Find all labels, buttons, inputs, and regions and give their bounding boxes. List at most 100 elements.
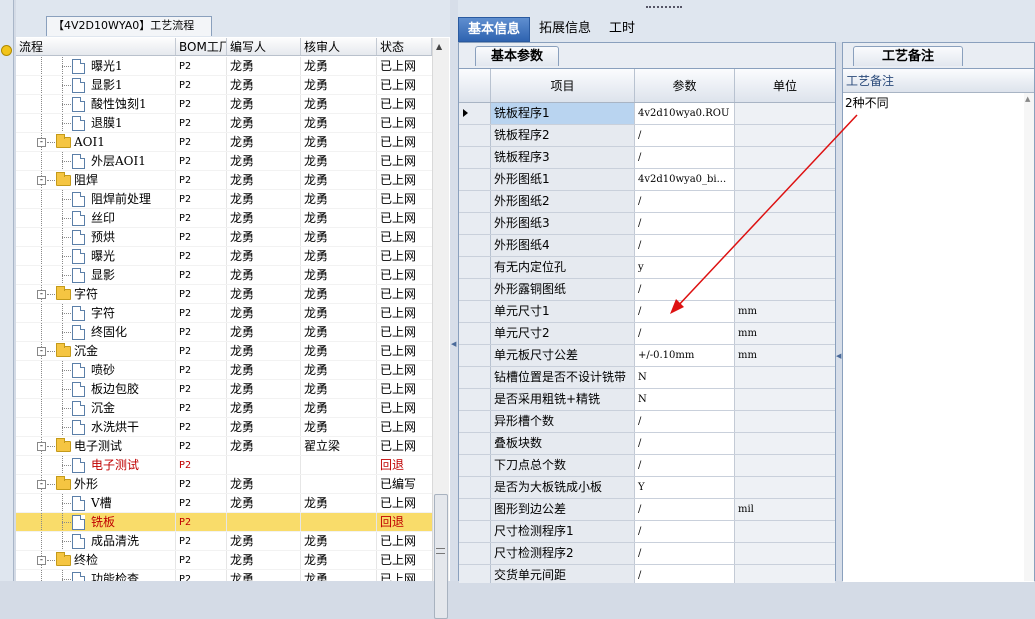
param-row[interactable]: 图形到边公差 / mil bbox=[459, 499, 835, 521]
param-row[interactable]: 单元尺寸1/mm bbox=[459, 301, 835, 323]
tab-work-hours[interactable]: 工时 bbox=[600, 17, 644, 42]
cell-param[interactable]: 4v2d10wya0.ROU bbox=[635, 103, 735, 124]
tree-panel-title-tab[interactable]: 【4V2D10WYA0】工艺流程 bbox=[46, 16, 212, 36]
cell-unit[interactable] bbox=[735, 367, 835, 388]
param-row[interactable]: 叠板块数 / bbox=[459, 433, 835, 455]
param-row[interactable]: 单元尺寸2/mm bbox=[459, 323, 835, 345]
row-indicator[interactable] bbox=[459, 103, 491, 124]
row-indicator[interactable] bbox=[459, 543, 491, 564]
cell-item[interactable]: 叠板块数 bbox=[491, 433, 635, 454]
cell-item[interactable]: 尺寸检测程序1 bbox=[491, 521, 635, 542]
tree-node[interactable]: 退膜1 bbox=[16, 114, 176, 132]
tree-node[interactable]: - 电子测试 bbox=[16, 437, 176, 455]
scroll-up-arrow-icon[interactable]: ▲ bbox=[436, 42, 442, 51]
cell-param[interactable]: / bbox=[635, 323, 735, 344]
cell-param[interactable]: / bbox=[635, 433, 735, 454]
cell-param[interactable]: N bbox=[635, 367, 735, 388]
param-row[interactable]: 外形图纸4/ bbox=[459, 235, 835, 257]
param-row[interactable]: 钻槽位置是否不设计铣带 N bbox=[459, 367, 835, 389]
cell-item[interactable]: 外形图纸3 bbox=[491, 213, 635, 234]
row-indicator[interactable] bbox=[459, 125, 491, 146]
vertical-splitter[interactable]: ◀ bbox=[450, 0, 458, 581]
tree-node[interactable]: - 沉金 bbox=[16, 342, 176, 360]
param-row[interactable]: 单元板尺寸公差 +/-0.10mm mm bbox=[459, 345, 835, 367]
row-indicator[interactable] bbox=[459, 345, 491, 366]
cell-param[interactable]: / bbox=[635, 301, 735, 322]
row-indicator[interactable] bbox=[459, 323, 491, 344]
tree-node[interactable]: 铣板 bbox=[16, 513, 176, 531]
cell-unit[interactable]: mm bbox=[735, 301, 835, 322]
param-row[interactable]: 外形图纸2/ bbox=[459, 191, 835, 213]
cell-unit[interactable] bbox=[735, 455, 835, 476]
collapse-minus-icon[interactable]: - bbox=[37, 290, 46, 299]
tree-node[interactable]: V槽 bbox=[16, 494, 176, 512]
tab-extended-info[interactable]: 拓展信息 bbox=[530, 17, 600, 42]
collapse-minus-icon[interactable]: - bbox=[37, 442, 46, 451]
tree-scrollbar[interactable]: ▲ bbox=[432, 38, 449, 619]
tree-node[interactable]: 水洗烘干 bbox=[16, 418, 176, 436]
tree-row[interactable]: 显影1 P2 龙勇 龙勇 已上网 bbox=[16, 76, 432, 95]
tree-node[interactable]: 预烘 bbox=[16, 228, 176, 246]
cell-unit[interactable] bbox=[735, 257, 835, 278]
param-row[interactable]: 外形露铜图纸 / bbox=[459, 279, 835, 301]
cell-unit[interactable] bbox=[735, 521, 835, 542]
cell-unit[interactable] bbox=[735, 279, 835, 300]
tree-node[interactable]: 显影1 bbox=[16, 76, 176, 94]
cell-param[interactable]: / bbox=[635, 213, 735, 234]
tab-basic-params[interactable]: 基本参数 bbox=[475, 46, 559, 66]
param-row[interactable]: 外形图纸1 4v2d10wya0_bi... bbox=[459, 169, 835, 191]
cell-item[interactable]: 外形图纸4 bbox=[491, 235, 635, 256]
column-header-status[interactable]: 状态 bbox=[377, 38, 432, 55]
tree-row[interactable]: - 电子测试 P2 龙勇 翟立梁 已上网 bbox=[16, 437, 432, 456]
cell-param[interactable]: y bbox=[635, 257, 735, 278]
cell-item[interactable]: 交货单元间距 bbox=[491, 565, 635, 583]
cell-item[interactable]: 下刀点总个数 bbox=[491, 455, 635, 476]
cell-unit[interactable] bbox=[735, 147, 835, 168]
row-indicator[interactable] bbox=[459, 367, 491, 388]
scrollbar-thumb[interactable] bbox=[434, 494, 448, 619]
cell-param[interactable]: Y bbox=[635, 477, 735, 498]
row-indicator[interactable] bbox=[459, 389, 491, 410]
cell-unit[interactable] bbox=[735, 125, 835, 146]
tree-node[interactable]: 电子测试 bbox=[16, 456, 176, 474]
cell-item[interactable]: 是否为大板铣成小板 bbox=[491, 477, 635, 498]
tree-node[interactable]: 外层AOI1 bbox=[16, 152, 176, 170]
tree-row[interactable]: 板边包胶 P2 龙勇 龙勇 已上网 bbox=[16, 380, 432, 399]
collapse-minus-icon[interactable]: - bbox=[37, 138, 46, 147]
cell-item[interactable]: 有无内定位孔 bbox=[491, 257, 635, 278]
row-indicator[interactable] bbox=[459, 565, 491, 583]
cell-item[interactable]: 外形露铜图纸 bbox=[491, 279, 635, 300]
tree-row[interactable]: V槽 P2 龙勇 龙勇 已上网 bbox=[16, 494, 432, 513]
notes-scrollbar[interactable]: ▲ bbox=[1024, 93, 1034, 581]
tree-node[interactable]: - 外形 bbox=[16, 475, 176, 493]
collapse-minus-icon[interactable]: - bbox=[37, 480, 46, 489]
row-indicator[interactable] bbox=[459, 455, 491, 476]
splitter-right-arrow-icon[interactable]: ◀ bbox=[836, 352, 841, 360]
collapse-minus-icon[interactable]: - bbox=[37, 176, 46, 185]
param-row[interactable]: 铣板程序2/ bbox=[459, 125, 835, 147]
cell-item[interactable]: 尺寸检测程序2 bbox=[491, 543, 635, 564]
tree-node[interactable]: 丝印 bbox=[16, 209, 176, 227]
cell-param[interactable]: / bbox=[635, 565, 735, 583]
column-header-unit[interactable]: 单位 bbox=[735, 69, 835, 102]
param-row[interactable]: 铣板程序3/ bbox=[459, 147, 835, 169]
notes-scroll-up-icon[interactable]: ▲ bbox=[1025, 95, 1030, 103]
cell-param[interactable]: / bbox=[635, 521, 735, 542]
tree-node[interactable]: 曝光1 bbox=[16, 57, 176, 75]
row-indicator[interactable] bbox=[459, 213, 491, 234]
cell-unit[interactable] bbox=[735, 477, 835, 498]
tree-node[interactable]: 喷砂 bbox=[16, 361, 176, 379]
cell-item[interactable]: 单元尺寸1 bbox=[491, 301, 635, 322]
cell-unit[interactable] bbox=[735, 103, 835, 124]
cell-item[interactable]: 铣板程序2 bbox=[491, 125, 635, 146]
cell-item[interactable]: 钻槽位置是否不设计铣带 bbox=[491, 367, 635, 388]
splitter-left-arrow-icon[interactable]: ◀ bbox=[451, 340, 456, 348]
tree-row[interactable]: 预烘 P2 龙勇 龙勇 已上网 bbox=[16, 228, 432, 247]
cell-param[interactable]: / bbox=[635, 411, 735, 432]
column-header-author[interactable]: 编写人 bbox=[227, 38, 301, 55]
tree-row[interactable]: 成品清洗 P2 龙勇 龙勇 已上网 bbox=[16, 532, 432, 551]
column-header-bom[interactable]: BOM工厂 bbox=[176, 38, 227, 55]
row-indicator[interactable] bbox=[459, 301, 491, 322]
tree-node[interactable]: - AOI1 bbox=[16, 133, 176, 151]
tree-row[interactable]: 阻焊前处理 P2 龙勇 龙勇 已上网 bbox=[16, 190, 432, 209]
